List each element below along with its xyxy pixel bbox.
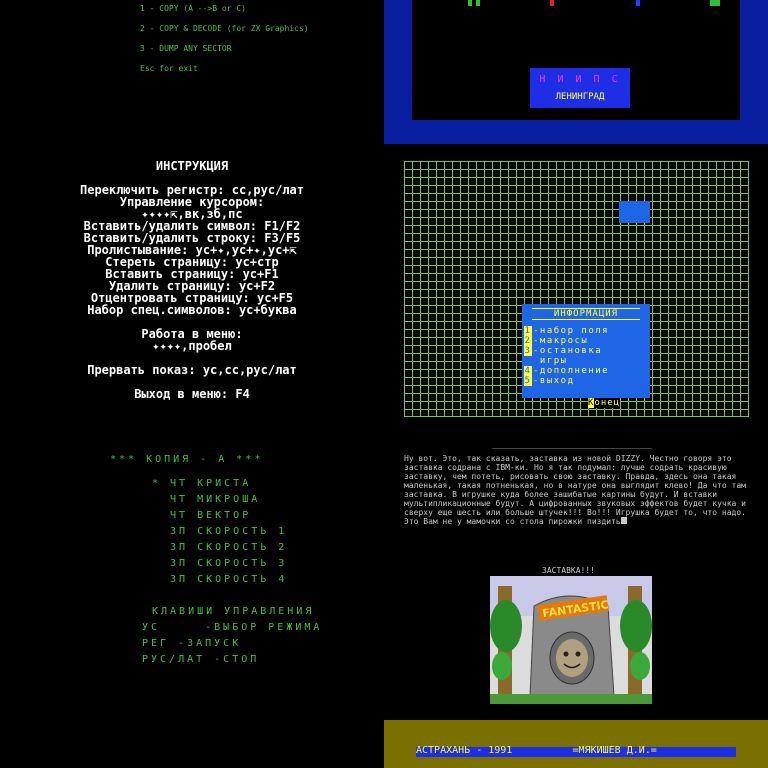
menu-item-macros[interactable]: 2 -макросы <box>524 336 588 346</box>
nii-ps-screen: Н И И П С ЛЕНИНГРАД <box>384 0 768 144</box>
credits-screen: АСТРАХАНЬ - 1991 =МЯКИШЕВ Д.И.= <box>384 720 768 768</box>
menu-option-dump-sector[interactable]: 3 - DUMP ANY SECTOR <box>140 44 232 53</box>
dizzy-intro-screen: Ну вот. Это, так сказать, заставка из но… <box>384 432 768 720</box>
option-vektor[interactable]: ЧТ ВЕКТОР <box>152 510 251 521</box>
option-speed-2[interactable]: ЗП СКОРОСТЬ 2 <box>152 542 287 553</box>
copy-utility-screen: 1 - COPY (A -->B or C) 2 - COPY & DECODE… <box>0 0 384 144</box>
menu-label: игры <box>533 356 568 366</box>
red-marker <box>550 0 554 6</box>
option-krista[interactable]: * ЧТ КРИСТА <box>152 478 251 489</box>
menu-label: -макросы <box>533 336 589 346</box>
instructions-screen: ИНСТРУКЦИЯ Переключить регистр: сс,рус/л… <box>0 144 384 432</box>
game-field-screen: ИНФОРМАЦИЯ 1 -набор поля 2 -макросы 3 -оста… <box>384 144 768 432</box>
intro-text: Ну вот. Это, так сказать, заставка из но… <box>404 454 754 526</box>
info-menu-title: ИНФОРМАЦИЯ <box>532 308 640 320</box>
menu-item-stop-game-cont: игры <box>524 356 568 366</box>
option-speed-1[interactable]: ЗП СКОРОСТЬ 1 <box>152 526 287 537</box>
dizzy-artwork: FANTASTIC <box>490 576 652 704</box>
menu-item-exit[interactable]: 5 -выход <box>524 376 575 386</box>
info-menu: ИНФОРМАЦИЯ 1 -набор поля 2 -макросы 3 -оста… <box>522 304 650 398</box>
key-hint: РЕГ -ЗАПУСК <box>142 638 242 649</box>
instruction-line: ✦✦✦✦,пробел <box>152 339 232 353</box>
menu-item-stop-game[interactable]: 3 -остановка <box>524 346 602 356</box>
menu-key: 4 <box>524 366 532 376</box>
text-cursor <box>620 517 627 524</box>
option-speed-4[interactable]: ЗП СКОРОСТЬ 4 <box>152 574 287 585</box>
menu-key: 5 <box>524 376 532 386</box>
option-speed-3[interactable]: ЗП СКОРОСТЬ 3 <box>152 558 287 569</box>
copy-a-title: *** КОПИЯ - А *** <box>110 454 264 465</box>
key-hint: РУС/ЛАТ -СТОП <box>142 654 260 665</box>
end-label: онец <box>594 398 621 408</box>
menu-key: 1 <box>524 326 532 336</box>
blue-marker <box>636 0 640 6</box>
menu-item-field[interactable]: 1 -набор поля <box>524 326 609 336</box>
instruction-line: Набор спец.символов: ус+буква <box>87 303 297 317</box>
sign-title: Н И И П С <box>539 74 621 85</box>
menu-label: -остановка <box>533 346 603 356</box>
menu-option-copy[interactable]: 1 - COPY (A -->B or C) <box>140 4 246 13</box>
option-mikrosha[interactable]: ЧТ МИКРОША <box>152 494 260 505</box>
menu-label: -выход <box>533 376 575 386</box>
keys-title: КЛАВИШИ УПРАВЛЕНИЯ <box>152 606 315 617</box>
menu-key: 3 <box>524 346 532 356</box>
green-marker <box>468 0 472 6</box>
menu-option-copy-decode[interactable]: 2 - COPY & DECODE (for ZX Graphics) <box>140 24 309 33</box>
instruction-line: Прервать показ: ус,сс,рус/лат <box>87 363 297 377</box>
nii-ps-sign: Н И И П С ЛЕНИНГРАД <box>530 68 630 108</box>
menu-item-extras[interactable]: 4 -дополнение <box>524 366 609 376</box>
instructions-title: ИНСТРУКЦИЯ <box>155 159 229 173</box>
screensaver-caption: ЗАСТАВКА!!! <box>542 566 595 575</box>
end-button[interactable]: Конец <box>588 398 621 408</box>
fantastic-dizzy-picture: FANTASTIC <box>490 576 652 704</box>
credits-text: АСТРАХАНЬ - 1991 =МЯКИШЕВ Д.И.= <box>416 745 657 756</box>
menu-key: 2 <box>524 336 532 346</box>
green-marker <box>476 0 480 6</box>
menu-label: -дополнение <box>533 366 610 376</box>
sign-city: ЛЕНИНГРАД <box>555 92 605 102</box>
key-hint: УС -ВЫБОР РЕЖИМА <box>142 622 323 633</box>
instruction-line: Выход в меню: F4 <box>134 387 250 401</box>
green-marker <box>710 0 720 6</box>
copy-a-screen: *** КОПИЯ - А *** * ЧТ КРИСТА ЧТ МИКРОША… <box>0 432 384 768</box>
menu-option-exit[interactable]: Esc for exit <box>140 64 198 73</box>
grid-cursor <box>619 201 650 223</box>
menu-label: -набор поля <box>533 326 610 336</box>
intro-paragraph: Ну вот. Это, так сказать, заставка из но… <box>404 454 746 526</box>
divider <box>492 448 652 449</box>
